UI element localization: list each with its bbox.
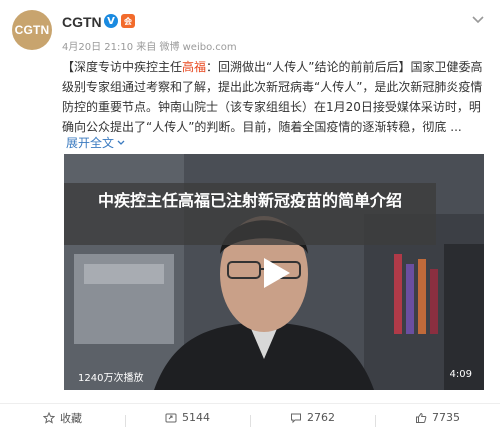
member-icon: 会 — [121, 14, 135, 28]
post-text: 【深度专访中疾控主任高福：回溯做出“人传人”结论的前前后后】国家卫健委高级别专家… — [62, 57, 488, 137]
repost-count: 5144 — [182, 411, 210, 424]
favorite-button[interactable]: 收藏 — [0, 410, 125, 426]
verified-icon: V — [104, 14, 118, 28]
highlight-link[interactable]: 高福 — [182, 60, 206, 74]
avatar[interactable]: CGTN — [12, 10, 52, 50]
like-count: 7735 — [432, 411, 460, 424]
repost-button[interactable]: 5144 — [125, 411, 250, 427]
chevron-down-icon[interactable] — [470, 12, 486, 28]
thumbs-up-icon — [416, 412, 427, 423]
view-count: 1240万次播放 — [78, 373, 144, 384]
expand-chevron-icon — [117, 140, 125, 145]
favorite-label: 收藏 — [60, 411, 82, 425]
expand-label: 展开全文 — [66, 136, 115, 150]
user-name[interactable]: CGTN — [62, 14, 102, 30]
repost-icon — [165, 413, 177, 422]
comment-button[interactable]: 2762 — [250, 411, 375, 427]
expand-full-text-link[interactable]: 展开全文 — [66, 134, 126, 151]
action-bar: 收藏 5144 2762 7735 — [0, 403, 500, 431]
video-headline: 中疾控主任高福已注射新冠疫苗的简单介绍 — [64, 183, 436, 245]
comment-icon — [291, 413, 301, 423]
comment-count: 2762 — [307, 411, 335, 424]
play-icon[interactable] — [256, 254, 294, 292]
video-duration: 4:09 — [449, 369, 472, 380]
like-button[interactable]: 7735 — [375, 411, 500, 427]
star-icon — [43, 411, 55, 424]
post-text-part1: 【深度专访中疾控主任 — [62, 60, 183, 74]
post-meta: 4月20日 21:10 来自 微博 weibo.com — [62, 42, 237, 53]
